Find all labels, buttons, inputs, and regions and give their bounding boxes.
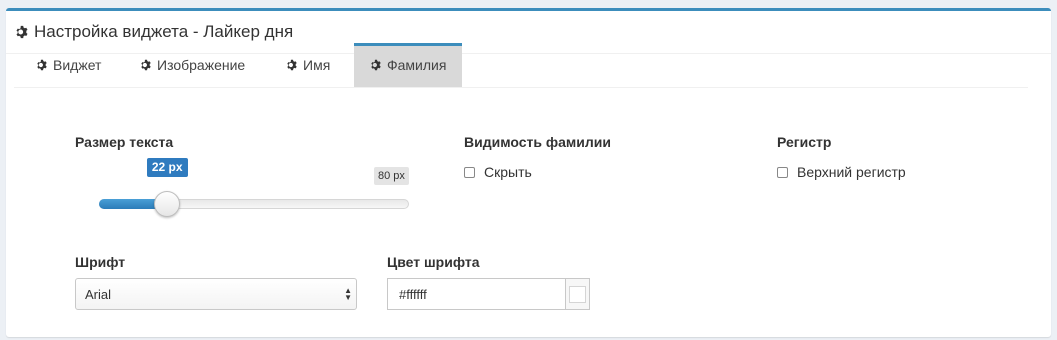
tab-surname[interactable]: Фамилия <box>354 43 462 87</box>
font-select-value: Arial <box>85 286 112 302</box>
tab-widget[interactable]: Виджет <box>14 43 118 87</box>
tab-image[interactable]: Изображение <box>118 43 264 87</box>
tab-bar: Виджет Изображение Имя Фамилия <box>14 43 1028 88</box>
gear-icon <box>36 59 48 71</box>
tab-name[interactable]: Имя <box>264 43 354 87</box>
tab-label: Фамилия <box>387 57 447 73</box>
register-label: Регистр <box>777 134 832 150</box>
color-picker-button[interactable] <box>565 278 590 310</box>
gear-icon <box>286 59 298 71</box>
tab-label: Виджет <box>53 57 102 73</box>
hide-surname-label: Скрыть <box>484 164 532 180</box>
gear-icon <box>140 59 152 71</box>
tab-label: Имя <box>303 57 331 73</box>
page-title: Настройка виджета - Лайкер дня <box>34 22 294 41</box>
font-color-value: #ffffff <box>399 286 427 302</box>
font-color-label: Цвет шрифта <box>387 254 480 270</box>
surname-visibility-label: Видимость фамилии <box>464 134 611 150</box>
slider-max-badge: 80 px <box>374 167 409 185</box>
gear-icon <box>15 25 29 39</box>
gear-icon <box>370 59 382 71</box>
select-arrows-icon: ▲ ▼ <box>344 286 352 302</box>
tab-label: Изображение <box>157 57 246 73</box>
hide-surname-option[interactable]: Скрыть <box>464 164 532 180</box>
uppercase-label: Верхний регистр <box>797 164 906 180</box>
font-select[interactable]: Arial ▲ ▼ <box>75 278 357 310</box>
slider-value-badge: 22 px <box>146 158 188 177</box>
uppercase-checkbox[interactable] <box>777 166 788 178</box>
font-color-input[interactable]: #ffffff <box>387 278 565 310</box>
font-label: Шрифт <box>75 254 126 270</box>
text-size-label: Размер текста <box>75 134 174 150</box>
hide-surname-checkbox[interactable] <box>464 166 475 178</box>
color-swatch <box>569 285 586 303</box>
uppercase-option[interactable]: Верхний регистр <box>777 164 906 180</box>
